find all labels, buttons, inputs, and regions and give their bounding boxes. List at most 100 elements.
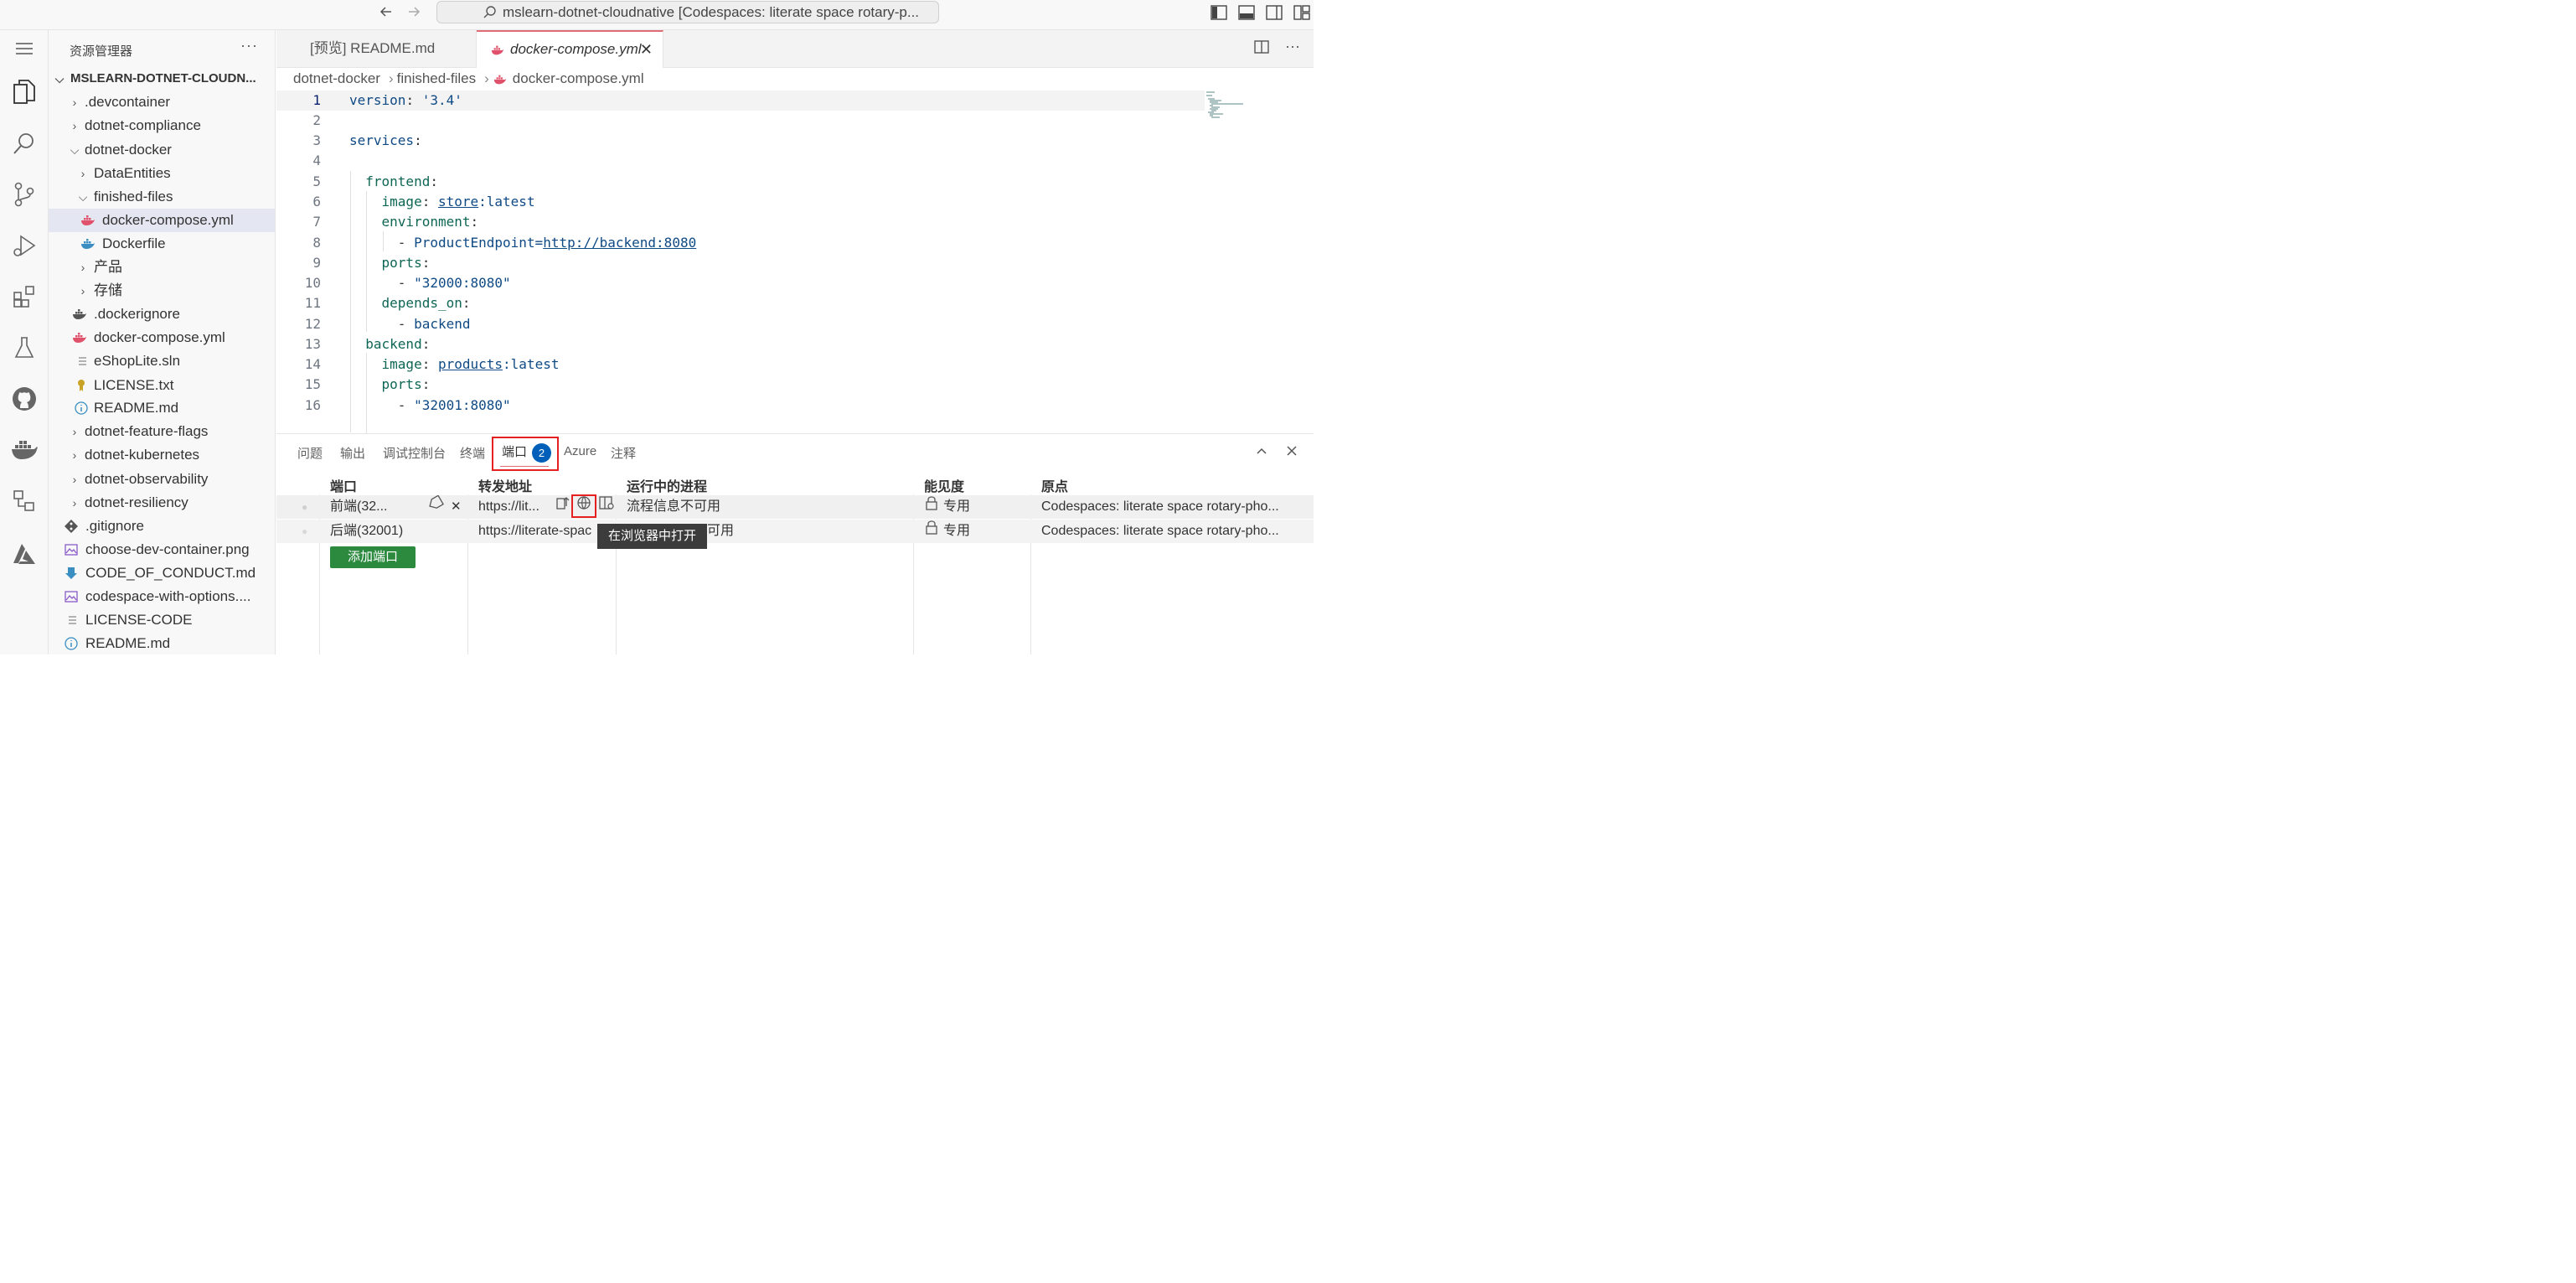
tab-azure[interactable]: Azure [564, 444, 596, 458]
folder-finished-files[interactable]: ⌵ finished-files [49, 185, 275, 209]
tab-readme-preview[interactable]: [预览] README.md [276, 30, 477, 68]
breadcrumb-item[interactable]: docker-compose.yml [513, 70, 644, 86]
chevron-right-icon: › [72, 96, 77, 109]
chevron-right-icon: › [80, 284, 85, 297]
command-center-search[interactable]: mslearn-dotnet-cloudnative [Codespaces: … [436, 1, 939, 23]
breadcrumb: dotnet-docker › finished-files › docker-comp… [293, 70, 648, 91]
copy-address-icon[interactable] [555, 495, 570, 519]
column-running-process[interactable]: 运行中的进程 [627, 475, 707, 495]
folder-dotnet-observability[interactable]: › dotnet-observability [49, 468, 275, 491]
source-control-icon[interactable] [8, 178, 41, 211]
visibility-value: 专用 [943, 499, 971, 514]
tab-comments[interactable]: 注释 [611, 444, 636, 462]
folder-dotnet-resiliency[interactable]: › dotnet-resiliency [49, 491, 275, 515]
tab-problems[interactable]: 问题 [297, 444, 323, 462]
breadcrumb-item[interactable]: finished-files [397, 70, 477, 86]
file-dockerignore[interactable]: .dockerignore [49, 303, 275, 326]
tab-debug-console[interactable]: 调试控制台 [383, 444, 446, 462]
folder-devcontainer[interactable]: › .devcontainer [49, 91, 275, 114]
toggle-panel-icon[interactable] [1237, 3, 1258, 24]
tag-icon[interactable] [427, 494, 444, 519]
azure-icon[interactable] [8, 537, 41, 571]
image-file-icon [65, 544, 78, 556]
lock-icon [925, 520, 938, 543]
folder-dotnet-kubernetes[interactable]: › dotnet-kubernetes [49, 443, 275, 467]
chevron-right-icon: › [80, 167, 85, 180]
column-port[interactable]: 端口 [330, 475, 357, 495]
folder-store[interactable]: › 存储 [49, 279, 275, 303]
breadcrumb-item[interactable]: dotnet-docker [293, 70, 380, 86]
forwarded-address[interactable]: https://lit... [478, 495, 539, 519]
back-arrow-icon[interactable] [375, 3, 397, 25]
minimap[interactable] [1206, 91, 1245, 121]
folder-dataentities[interactable]: › DataEntities [49, 162, 275, 185]
file-choose-dev-container-png[interactable]: choose-dev-container.png [49, 538, 275, 561]
remote-explorer-icon[interactable] [8, 484, 41, 518]
file-license-txt[interactable]: LICENSE.txt [49, 374, 275, 397]
code-editor[interactable]: 1 version: '3.4' 2 3 services: 4 5 fronten… [276, 91, 1314, 434]
workspace-root[interactable]: ⌵ MSLEARN-DOTNET-CLOUDN... [49, 67, 275, 91]
forwarded-address[interactable]: https://literate-spac [478, 520, 591, 543]
explorer-icon[interactable] [8, 75, 41, 109]
editor-tabs: [预览] README.md docker-compose.yml ✕ ··· [276, 30, 1314, 68]
tab-output[interactable]: 输出 [340, 444, 365, 462]
table-row[interactable]: ● 后端(32001) https://literate-spac 可用 专用 … [276, 520, 1314, 543]
file-docker-compose-yml-selected[interactable]: docker-compose.yml [49, 209, 275, 232]
explorer-title: 资源管理器 [70, 44, 133, 59]
code-line: 14 image: products:latest [304, 356, 560, 372]
file-codespace-with-options[interactable]: codespace-with-options.... [49, 585, 275, 608]
file-eshoplite-sln[interactable]: eShopLite.sln [49, 349, 275, 373]
testing-icon[interactable] [8, 331, 41, 365]
run-debug-icon[interactable] [8, 229, 41, 262]
bottom-panel: 问题 输出 调试控制台 终端 端口 2 Azure 注释 [276, 433, 1314, 654]
file-dockerfile[interactable]: Dockerfile [49, 232, 275, 256]
folder-dotnet-docker[interactable]: ⌵ dotnet-docker [49, 138, 275, 162]
text-file-icon [79, 357, 86, 365]
folder-dotnet-compliance[interactable]: › dotnet-compliance [49, 114, 275, 137]
forward-arrow-icon[interactable] [403, 3, 425, 25]
docker-file-icon [81, 239, 95, 249]
more-actions-icon[interactable]: ··· [240, 37, 258, 54]
file-gitignore[interactable]: .gitignore [49, 515, 275, 538]
column-visibility[interactable]: 能见度 [924, 475, 964, 495]
tab-terminal[interactable]: 终端 [460, 444, 485, 462]
origin-value: Codespaces: literate space rotary-pho... [1041, 524, 1279, 538]
table-row[interactable]: ● 前端(32... ✕ https://lit... 流程信息不可用 专用 C… [276, 494, 1314, 519]
preview-in-editor-icon[interactable] [598, 495, 615, 519]
file-readme-md[interactable]: README.md [49, 396, 275, 420]
folder-dotnet-feature-flags[interactable]: › dotnet-feature-flags [49, 420, 275, 443]
code-line: 5 frontend: [312, 173, 438, 189]
add-port-button[interactable]: 添加端口 [330, 546, 416, 568]
file-readme-md-root[interactable]: README.md [49, 632, 275, 654]
file-docker-compose-yml[interactable]: docker-compose.yml [49, 326, 275, 349]
menu-icon[interactable] [8, 32, 41, 65]
tab-docker-compose[interactable]: docker-compose.yml ✕ [477, 30, 663, 68]
split-editor-icon[interactable] [1253, 39, 1270, 59]
port-label: 后端(32001) [330, 524, 404, 538]
docker-ignore-icon [73, 309, 86, 319]
column-forwarded-address[interactable]: 转发地址 [478, 475, 532, 495]
search-icon[interactable] [8, 127, 41, 160]
toggle-secondary-sidebar-icon[interactable] [1265, 3, 1286, 24]
column-origin[interactable]: 原点 [1041, 475, 1068, 495]
extensions-icon[interactable] [8, 280, 41, 313]
code-line: 16 - "32001:8080" [304, 397, 511, 413]
docker-compose-file-icon [491, 45, 504, 54]
port-status-dot: ● [302, 501, 308, 513]
close-panel-icon[interactable] [1285, 444, 1298, 462]
docker-icon[interactable] [8, 433, 41, 467]
close-icon[interactable]: ✕ [640, 32, 653, 67]
file-code-of-conduct-md[interactable]: CODE_OF_CONDUCT.md [49, 561, 275, 585]
stop-forwarding-icon[interactable]: ✕ [451, 495, 462, 519]
file-license-code[interactable]: LICENSE-CODE [49, 608, 275, 632]
folder-products[interactable]: › 产品 [49, 256, 275, 279]
image-file-icon [65, 591, 78, 603]
github-icon[interactable] [8, 382, 41, 416]
code-line: 10 - "32000:8080" [304, 275, 511, 291]
chevron-right-icon: › [72, 119, 77, 132]
maximize-panel-icon[interactable] [1255, 444, 1268, 462]
more-actions-icon[interactable]: ··· [1285, 39, 1300, 59]
port-status-dot: ● [302, 525, 308, 537]
toggle-primary-sidebar-icon[interactable] [1210, 3, 1231, 24]
customize-layout-icon[interactable] [1293, 3, 1314, 24]
